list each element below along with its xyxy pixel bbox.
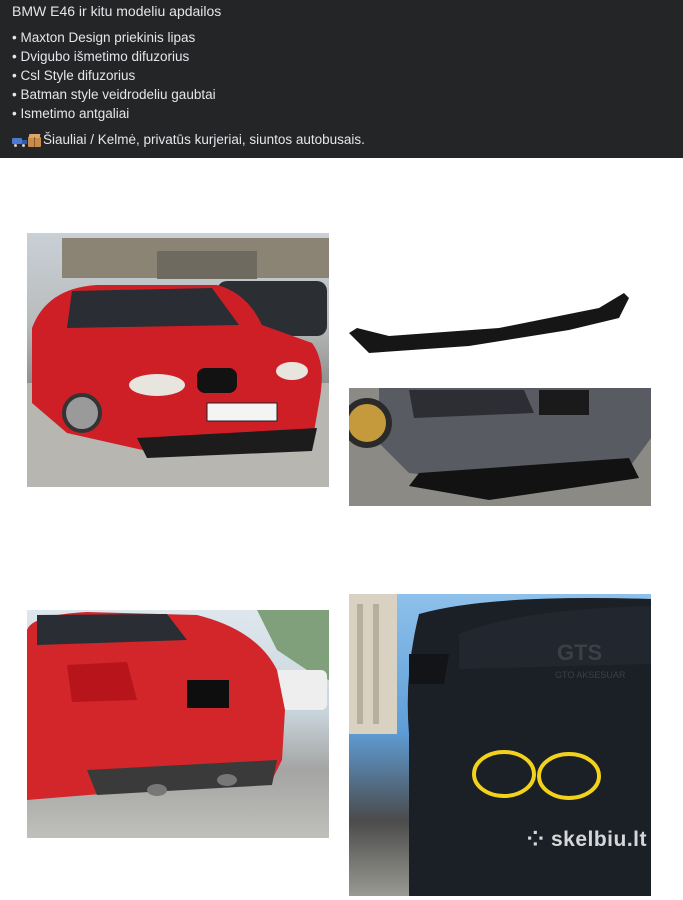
watermark-text: GTO AKSESUAR bbox=[555, 670, 626, 680]
red-coupe-illustration bbox=[27, 238, 329, 487]
shipping-line: Šiauliai / Kelmė, privatūs kurjeriai, si… bbox=[12, 131, 671, 149]
post-title: BMW E46 ir kitu modeliu apdailos bbox=[12, 3, 222, 19]
shipping-icons bbox=[12, 133, 41, 147]
photo-black-sedan-angel-eyes[interactable]: GTS GTO AKSESUAR ⁘ skelbiu.lt bbox=[349, 594, 651, 896]
bullet-list: • Maxton Design priekinis lipas • Dvigub… bbox=[12, 28, 671, 123]
watermark-logo: GTS bbox=[557, 640, 602, 665]
photo-red-coupe-rear[interactable] bbox=[27, 610, 329, 838]
truck-icon bbox=[12, 137, 27, 147]
front-lip-illustration bbox=[349, 293, 651, 506]
bullet-item: • Maxton Design priekinis lipas bbox=[12, 30, 196, 45]
bullet-item: • Dvigubo išmetimo difuzorius bbox=[12, 49, 190, 64]
dots-icon: ⁘ bbox=[526, 828, 551, 851]
shipping-text: Šiauliai / Kelmė, privatūs kurjeriai, si… bbox=[43, 132, 365, 147]
package-icon bbox=[28, 133, 41, 147]
bullet-item: • Csl Style difuzorius bbox=[12, 68, 136, 83]
photo-front-lip[interactable] bbox=[349, 268, 651, 506]
bullet-item: • Batman style veidrodeliu gaubtai bbox=[12, 87, 216, 102]
photo-red-coupe-front[interactable] bbox=[27, 233, 329, 487]
red-rear-illustration bbox=[27, 610, 329, 800]
watermark-skelbiu: ⁘ skelbiu.lt bbox=[526, 828, 647, 851]
bullet-item: • Ismetimo antgaliai bbox=[12, 106, 130, 121]
post-text-area: BMW E46 ir kitu modeliu apdailos • Maxto… bbox=[0, 0, 683, 158]
